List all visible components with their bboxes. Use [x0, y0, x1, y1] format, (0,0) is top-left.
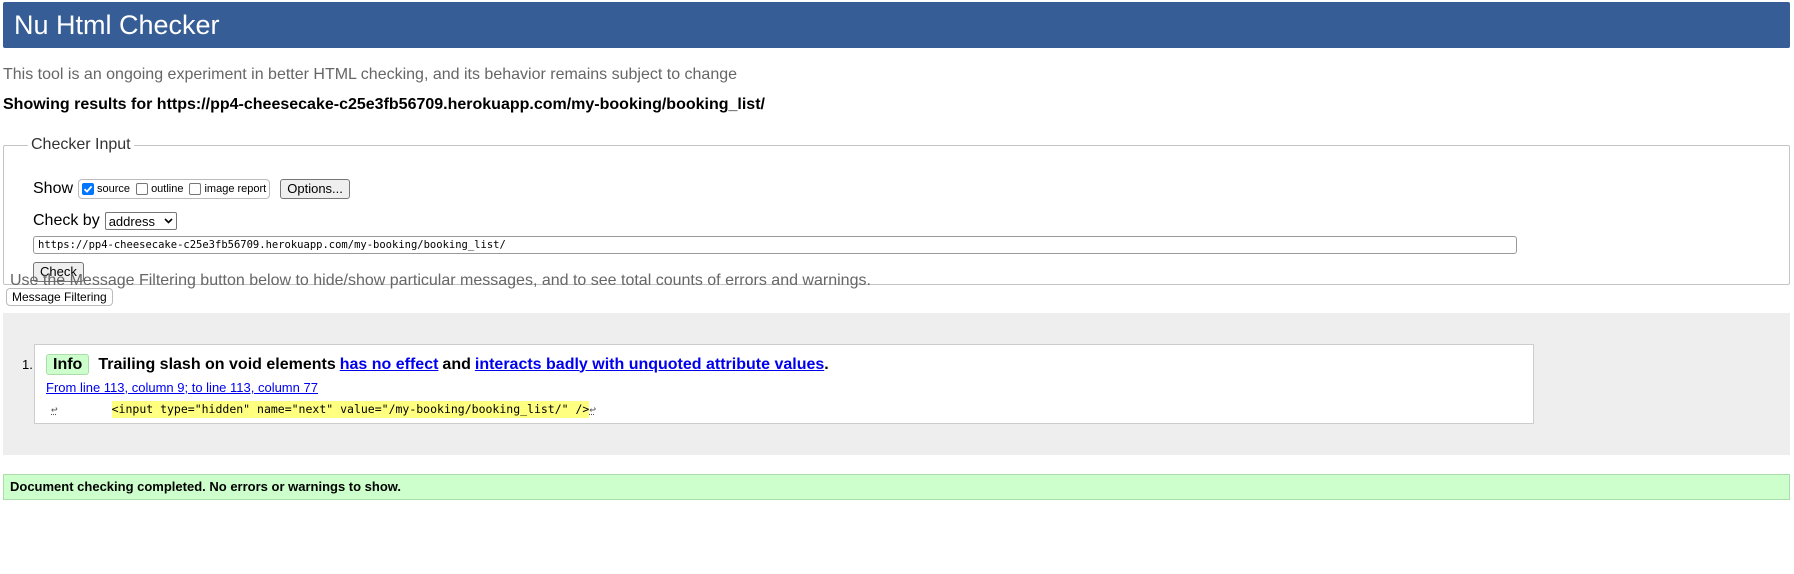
message-text-period: . — [824, 355, 829, 373]
check-by-select[interactable]: address — [104, 212, 177, 230]
message-heading: Info Trailing slash on void elements has… — [46, 354, 829, 375]
check-by-label: Check by — [33, 212, 100, 229]
outline-checkbox[interactable] — [136, 183, 149, 195]
linefeed-icon: ↩ — [589, 403, 596, 416]
filter-note: Use the Message Filtering button below t… — [10, 272, 871, 289]
message-item: Info Trailing slash on void elements has… — [34, 344, 1534, 424]
completion-status: Document checking completed. No errors o… — [3, 474, 1790, 500]
check-by-value: address — [108, 213, 155, 229]
image-report-option-label: image report — [204, 183, 267, 195]
message-location-link[interactable]: From line 113, column 9; to line 113, co… — [46, 380, 318, 395]
results-panel: 1. Info Trailing slash on void elements … — [3, 313, 1790, 455]
interacts-badly-link[interactable]: interacts badly with unquoted attribute … — [475, 356, 824, 374]
source-option-label: source — [97, 183, 131, 195]
show-label: Show — [33, 180, 74, 197]
checkmark-icon — [83, 185, 93, 193]
has-no-effect-link[interactable]: has no effect — [340, 356, 439, 374]
highlighted-code: <input type="hidden" name="next" value="… — [111, 401, 590, 418]
page-header: Nu Html Checker — [3, 2, 1790, 48]
linefeed-icon: ↩ — [51, 403, 58, 416]
info-badge: Info — [46, 354, 90, 375]
code-extract: ↩ <input type="hidden" name="next" value… — [51, 401, 596, 418]
tagline: This tool is an ongoing experiment in be… — [3, 66, 738, 83]
url-input[interactable]: https://pp4-cheesecake-c25e3fb56709.hero… — [33, 236, 1517, 254]
check-by-row: Check by address — [33, 210, 177, 232]
message-number: 1. — [22, 357, 33, 372]
image-report-checkbox[interactable] — [189, 183, 202, 195]
chevron-down-icon — [164, 218, 173, 224]
options-button[interactable]: Options... — [280, 179, 350, 199]
results-for-heading: Showing results for https://pp4-cheeseca… — [3, 96, 765, 113]
page-title: Nu Html Checker — [14, 10, 220, 40]
checker-input-legend: Checker Input — [31, 136, 131, 153]
outline-option-label: outline — [151, 183, 184, 195]
show-options-group: source outline image report — [78, 179, 271, 199]
show-outline-option[interactable]: outline — [135, 183, 183, 195]
message-text: Trailing slash on void elements — [98, 355, 336, 373]
checker-input-fieldset: Checker Input Show source outline image … — [3, 136, 1790, 285]
show-image-report-option[interactable]: image report — [188, 183, 266, 195]
source-checkbox[interactable] — [82, 183, 95, 195]
show-source-option[interactable]: source — [81, 183, 130, 195]
message-text-and: and — [442, 355, 471, 373]
show-row: Show source outline image report Options… — [33, 178, 350, 200]
message-filtering-button[interactable]: Message Filtering — [6, 288, 113, 306]
